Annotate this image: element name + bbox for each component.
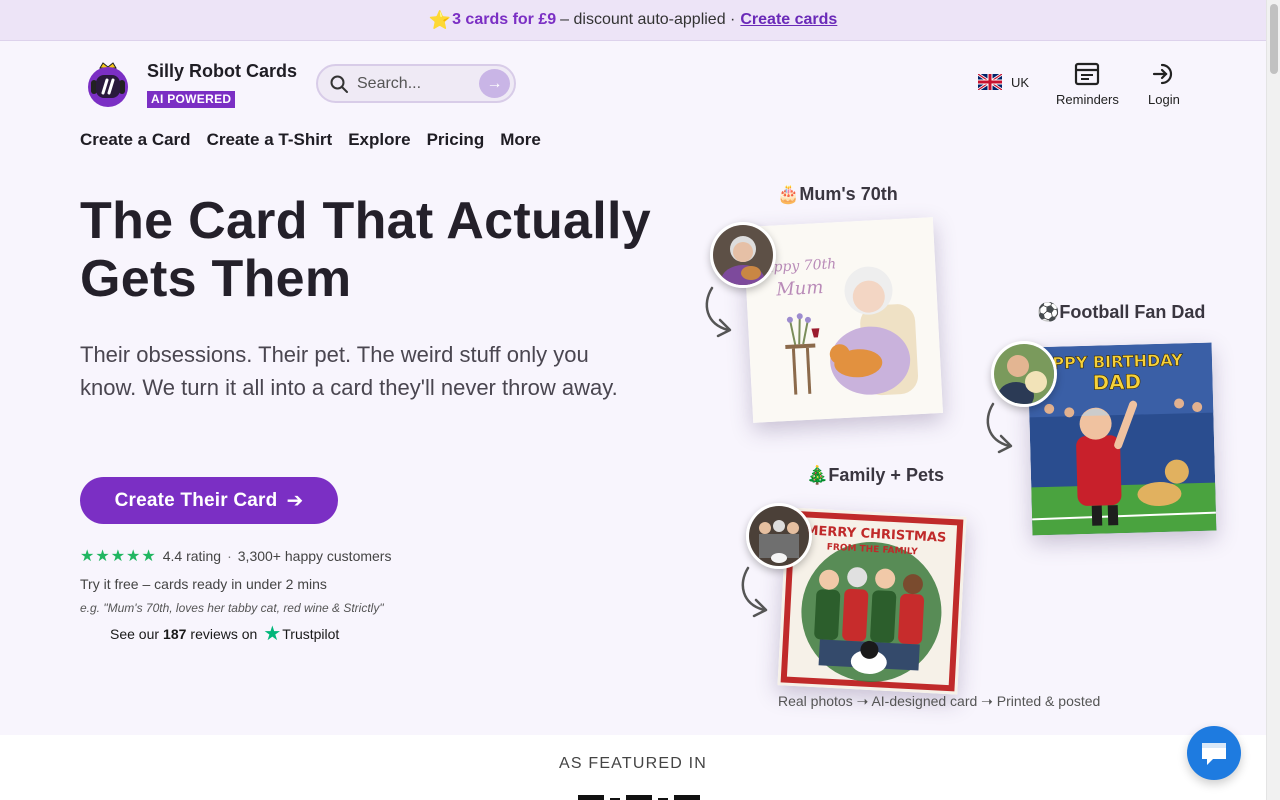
trustpilot-suffix: reviews on: [190, 625, 258, 642]
locale-label: UK: [1011, 74, 1030, 90]
login-icon: [1152, 63, 1172, 85]
trustpilot-star-icon: ★: [263, 623, 282, 645]
search-bar[interactable]: →: [316, 64, 516, 103]
promo-bar: ⭐ 3 cards for £9 – discount auto-applied…: [0, 0, 1266, 41]
reminders-button[interactable]: Reminders: [1056, 60, 1119, 107]
trustpilot-widget[interactable]: See our 187 reviews on ★ Trustpilot: [110, 621, 339, 646]
login-label: Login: [1148, 92, 1180, 107]
rating-row: ★★★★★ 4.4 rating · 3,300+ happy customer…: [80, 546, 391, 566]
hero-subtitle: Their obsessions. Their pet. The weird s…: [80, 342, 618, 400]
nav-item-explore[interactable]: Explore: [348, 130, 410, 150]
main-nav: Create a Card Create a T-Shirt Explore P…: [80, 130, 541, 150]
nav-item-create-card[interactable]: Create a Card: [80, 130, 191, 150]
nav-item-pricing[interactable]: Pricing: [427, 130, 485, 150]
curved-arrow-icon: [986, 402, 1013, 454]
hero-title: The Card That Actually Gets Them: [80, 192, 651, 308]
nav-item-create-tshirt[interactable]: Create a T-Shirt: [207, 130, 333, 150]
showcase-label-family: 🎄Family + Pets: [806, 465, 944, 485]
nav-item-more[interactable]: More: [500, 130, 541, 150]
featured-title: AS FEATURED IN: [558, 755, 708, 772]
chat-bubble-icon: [1202, 743, 1226, 765]
cta-label: Create Their Card: [114, 489, 278, 511]
promo-create-cards-link[interactable]: Create cards: [740, 11, 837, 29]
card-text-mum-2: Mum: [775, 277, 824, 300]
uk-flag-icon: [978, 74, 1002, 90]
search-icon: [330, 75, 348, 93]
arrow-right-icon: ➔: [286, 490, 304, 512]
promo-highlight: 3 cards for £9: [452, 11, 557, 28]
chat-widget-button[interactable]: [1187, 726, 1241, 780]
search-submit-button[interactable]: →: [479, 69, 510, 98]
calendar-icon: [1075, 62, 1100, 86]
trustpilot-count: 187: [163, 625, 187, 642]
search-input[interactable]: [357, 74, 469, 93]
curved-arrow-icon: [705, 286, 732, 338]
robot-logo-icon[interactable]: [84, 60, 132, 108]
photo-avatar-family: [746, 503, 812, 569]
process-caption: Real photos ➝ AI-designed card ➝ Printed…: [778, 693, 1101, 709]
locale-selector[interactable]: UK: [978, 74, 1029, 90]
page-scrollbar[interactable]: [1266, 0, 1280, 800]
showcase-label-dad: ⚽Football Fan Dad: [1037, 302, 1206, 322]
photo-avatar-mum: [710, 222, 776, 288]
featured-section: AS FEATURED IN: [0, 735, 1266, 800]
create-their-card-button[interactable]: Create Their Card ➔: [80, 477, 338, 524]
ai-powered-badge: AI POWERED: [147, 91, 236, 108]
star-icon: ⭐: [428, 9, 452, 30]
example-prompt: e.g. "Mum's 70th, loves her tabby cat, r…: [80, 601, 384, 615]
curved-arrow-icon: [741, 566, 768, 618]
scrollbar-thumb[interactable]: [1270, 4, 1278, 74]
rating-stars-icon: ★★★★★: [80, 548, 157, 565]
brand-name[interactable]: Silly Robot Cards: [147, 61, 297, 82]
showcase-label-mum: 🎂Mum's 70th: [777, 184, 898, 204]
trustpilot-prefix: See our: [110, 625, 160, 642]
arrow-right-icon: →: [486, 74, 503, 92]
try-free-text: Try it free – cards ready in under 2 min…: [80, 576, 327, 592]
rating-value: 4.4 rating: [162, 548, 222, 564]
login-button[interactable]: Login: [1148, 60, 1180, 107]
press-logo-icon: [578, 795, 700, 800]
photo-avatar-dad: [991, 341, 1057, 407]
promo-text: – discount auto-applied ·: [560, 11, 736, 28]
customer-count: 3,300+ happy customers: [237, 548, 392, 564]
trustpilot-brand: Trustpilot: [282, 625, 340, 642]
reminders-label: Reminders: [1056, 92, 1119, 107]
separator-dot: ·: [227, 548, 232, 564]
card-text-dad-2: DAD: [1092, 369, 1141, 394]
